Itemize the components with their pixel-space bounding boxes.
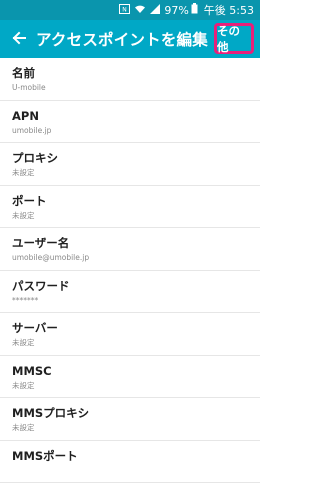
setting-mms-proxy[interactable]: MMSプロキシ 未設定 — [0, 398, 260, 441]
setting-label: MMSポート — [12, 449, 260, 463]
setting-server[interactable]: サーバー 未設定 — [0, 313, 260, 356]
setting-value: 未設定 — [12, 167, 260, 178]
setting-apn[interactable]: APN umobile.jp — [0, 101, 260, 144]
setting-label: パスワード — [12, 279, 260, 293]
setting-label: MMSプロキシ — [12, 406, 260, 420]
setting-value: 未設定 — [12, 380, 260, 391]
signal-icon — [150, 4, 160, 17]
setting-password[interactable]: パスワード ******* — [0, 271, 260, 314]
arrow-left-icon — [12, 30, 26, 49]
setting-value: 未設定 — [12, 422, 260, 433]
svg-text:N: N — [123, 6, 128, 13]
back-button[interactable] — [4, 20, 34, 58]
setting-value: umobile@umobile.jp — [12, 252, 260, 263]
setting-username[interactable]: ユーザー名 umobile@umobile.jp — [0, 228, 260, 271]
setting-port[interactable]: ポート 未設定 — [0, 186, 260, 229]
setting-label: APN — [12, 109, 260, 123]
setting-label: サーバー — [12, 321, 260, 335]
battery-icon — [191, 3, 198, 17]
setting-proxy[interactable]: プロキシ 未設定 — [0, 143, 260, 186]
setting-label: ポート — [12, 194, 260, 208]
setting-value: U-mobile — [12, 82, 260, 93]
setting-mmsc[interactable]: MMSC 未設定 — [0, 356, 260, 399]
battery-percent: 97% — [164, 4, 188, 17]
more-button[interactable]: その他 — [214, 23, 254, 54]
setting-value: ******* — [12, 295, 260, 306]
setting-label: プロキシ — [12, 151, 260, 165]
wifi-icon — [134, 4, 146, 17]
nfc-icon: N — [119, 4, 130, 17]
page-title: アクセスポイントを編集 — [36, 28, 208, 50]
status-icons: N — [119, 4, 160, 17]
app-bar: アクセスポイントを編集 その他 — [0, 20, 260, 58]
status-bar: N 97% 午後 5:53 — [0, 0, 260, 20]
clock: 午後 5:53 — [204, 2, 254, 18]
setting-value: 未設定 — [12, 337, 260, 348]
settings-list: 名前 U-mobile APN umobile.jp プロキシ 未設定 ポート … — [0, 58, 260, 483]
setting-label: MMSC — [12, 364, 260, 378]
setting-label: 名前 — [12, 66, 260, 80]
setting-label: ユーザー名 — [12, 236, 260, 250]
setting-value: 未設定 — [12, 210, 260, 221]
setting-name[interactable]: 名前 U-mobile — [0, 58, 260, 101]
setting-value: umobile.jp — [12, 125, 260, 136]
